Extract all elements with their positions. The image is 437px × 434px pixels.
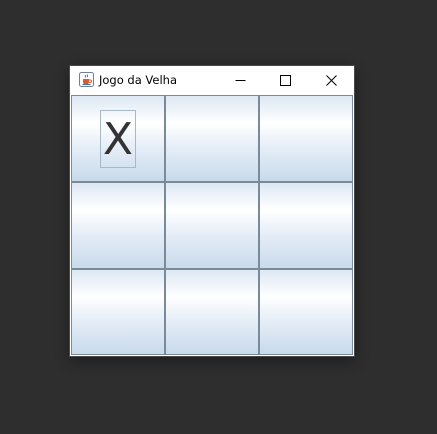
board-cell-6[interactable] [259, 182, 353, 269]
java-cup-icon [79, 72, 94, 87]
board-cell-9[interactable] [259, 269, 353, 355]
board-cell-7[interactable] [71, 269, 165, 355]
board-cell-3[interactable] [259, 95, 353, 182]
maximize-icon [279, 71, 291, 90]
cell-mark: X [99, 109, 137, 168]
board-cell-8[interactable] [165, 269, 259, 355]
title-bar[interactable]: Jogo da Velha [70, 66, 354, 95]
window-title: Jogo da Velha [99, 73, 178, 87]
game-window: Jogo da Velha X [70, 66, 354, 356]
board-cell-2[interactable] [165, 95, 259, 182]
close-icon [325, 71, 337, 90]
board-cell-4[interactable] [71, 182, 165, 269]
minimize-button[interactable] [217, 66, 263, 95]
maximize-button[interactable] [262, 66, 308, 95]
close-button[interactable] [308, 66, 354, 95]
board-cell-5[interactable] [165, 182, 259, 269]
board-cell-1[interactable]: X [71, 95, 165, 182]
tic-tac-toe-board: X [71, 95, 353, 355]
minimize-icon [235, 71, 246, 90]
